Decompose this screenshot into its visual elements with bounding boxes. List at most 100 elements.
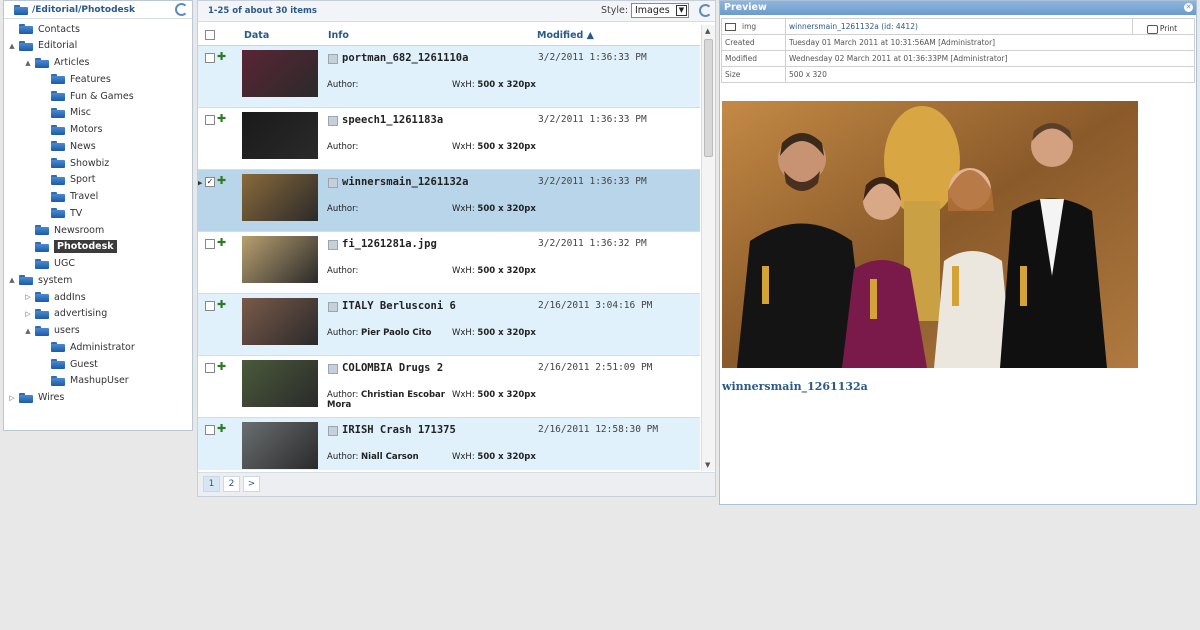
table-row[interactable]: ✚ fi_1261281a.jpg 3/2/2011 1:36:32 PM Autho… (198, 232, 700, 294)
row-dimensions: WxH: 500 x 320px (452, 142, 536, 152)
row-title[interactable]: winnersmain_1261132a (342, 176, 468, 188)
thumbnail-image[interactable] (242, 236, 318, 283)
thumbnail-image[interactable] (242, 298, 318, 345)
row-checkbox[interactable]: ✓ (205, 177, 215, 187)
expand-toggle-icon[interactable]: ▷ (8, 394, 16, 402)
tree-item[interactable]: Guest (40, 356, 98, 372)
refresh-icon[interactable] (175, 3, 188, 16)
tree-item-label: Photodesk (54, 240, 117, 254)
thumbnail-image[interactable] (242, 174, 318, 221)
expand-toggle-icon[interactable]: ▲ (8, 42, 16, 50)
row-title[interactable]: ITALY Berlusconi 6 (342, 300, 456, 312)
next-page-button[interactable]: > (243, 476, 260, 492)
row-title[interactable]: portman_682_1261110a (342, 52, 468, 64)
row-author: Author: (327, 204, 452, 214)
folder-tree-panel: /Editorial/Photodesk Contacts ▲ Editorial ▲… (3, 0, 193, 431)
tree-item[interactable]: ▲ Articles (24, 55, 89, 71)
column-header-data[interactable]: Data (244, 30, 269, 41)
row-checkbox[interactable] (205, 301, 215, 311)
tree-item[interactable]: Misc (40, 105, 91, 121)
grid-scrollbar[interactable]: ▲ ▼ (701, 25, 715, 471)
scroll-down-icon[interactable]: ▼ (705, 461, 710, 469)
row-title[interactable]: fi_1261281a.jpg (342, 238, 437, 250)
tree-item[interactable]: News (40, 138, 96, 154)
tree-item[interactable]: UGC (24, 256, 75, 272)
table-row[interactable]: ✚ COLOMBIA Drugs 2 2/16/2011 2:51:09 PM Aut… (198, 356, 700, 418)
thumbnail-image[interactable] (242, 360, 318, 407)
row-checkbox[interactable] (205, 115, 215, 125)
tree-item[interactable]: Features (40, 71, 111, 87)
add-to-basket-icon[interactable]: ✚ (217, 298, 226, 311)
tree-item[interactable]: Motors (40, 122, 102, 138)
item-count-label: 1-25 of about 30 items (208, 6, 317, 16)
tree-item[interactable]: ▲ Editorial (8, 38, 77, 54)
folder-icon (19, 392, 33, 403)
add-to-basket-icon[interactable]: ✚ (217, 236, 226, 249)
table-row[interactable]: ✚ speech1_1261183a 3/2/2011 1:36:33 PM Auth… (198, 108, 700, 170)
author-value: Niall Carson (361, 452, 419, 462)
expand-toggle-icon[interactable]: ▲ (24, 59, 32, 67)
tree-item[interactable]: Contacts (8, 21, 80, 37)
expand-toggle-icon[interactable]: ▷ (24, 310, 32, 318)
add-to-basket-icon[interactable]: ✚ (217, 360, 226, 373)
row-title[interactable]: IRISH Crash 171375 (342, 424, 456, 436)
row-checkbox[interactable] (205, 239, 215, 249)
add-to-basket-icon[interactable]: ✚ (217, 174, 226, 187)
preview-caption[interactable]: winnersmain_1261132a (722, 380, 868, 393)
author-label: Author: (327, 142, 359, 152)
add-to-basket-icon[interactable]: ✚ (217, 50, 226, 63)
tree-item[interactable]: ▷ Wires (8, 390, 64, 406)
page-button[interactable]: 2 (223, 476, 240, 492)
row-author: Author: Pier Paolo Cito (327, 328, 452, 338)
tree-item[interactable]: Sport (40, 172, 96, 188)
thumbnail-image[interactable] (242, 422, 318, 469)
preview-photo (722, 101, 1138, 368)
tree-item[interactable]: Travel (40, 189, 98, 205)
column-header-modified[interactable]: Modified ▲ (537, 30, 594, 41)
row-checkbox[interactable] (205, 425, 215, 435)
row-title[interactable]: speech1_1261183a (342, 114, 443, 126)
refresh-icon[interactable] (699, 4, 712, 17)
expand-toggle-icon[interactable]: ▲ (8, 276, 16, 284)
print-button[interactable]: Print (1132, 21, 1192, 37)
tree-path-label: /Editorial/Photodesk (32, 4, 135, 15)
tree-item[interactable]: ▷ advertising (24, 306, 107, 322)
tree-item[interactable]: Showbiz (40, 155, 109, 171)
folder-icon (35, 325, 49, 336)
tree-item[interactable]: Photodesk (24, 239, 117, 255)
thumbnail-image[interactable] (242, 50, 318, 97)
scrollbar-thumb[interactable] (704, 39, 713, 157)
row-checkbox[interactable] (205, 53, 215, 63)
tree-item[interactable]: Fun & Games (40, 88, 134, 104)
select-all-checkbox[interactable] (205, 30, 215, 40)
tree-item[interactable]: ▷ addIns (24, 289, 85, 305)
size-value: 500 x 320px (477, 204, 536, 214)
tree-item[interactable]: Administrator (40, 339, 135, 355)
row-title[interactable]: COLOMBIA Drugs 2 (342, 362, 443, 374)
page-button[interactable]: 1 (203, 476, 220, 492)
document-icon (328, 302, 338, 312)
close-icon[interactable]: ✕ (1184, 3, 1193, 12)
print-label: Print (1159, 24, 1178, 33)
style-select[interactable]: Images ▼ (631, 3, 689, 18)
scroll-up-icon[interactable]: ▲ (705, 27, 710, 35)
tree-item[interactable]: ▲ users (24, 323, 79, 339)
add-to-basket-icon[interactable]: ✚ (217, 422, 226, 435)
expand-toggle-icon[interactable]: ▷ (24, 293, 32, 301)
tree-item-label: Sport (70, 174, 96, 186)
table-row[interactable]: ✚ ITALY Berlusconi 6 2/16/2011 3:04:16 PM A… (198, 294, 700, 356)
tree-item[interactable]: ▲ system (8, 272, 72, 288)
column-header-info[interactable]: Info (328, 30, 349, 41)
tree-item-label: Administrator (70, 341, 135, 353)
tree-item[interactable]: MashupUser (40, 373, 129, 389)
asset-name-link[interactable]: winnersmain_1261132a (id: 4412) (789, 22, 918, 31)
tree-item[interactable]: Newsroom (24, 222, 104, 238)
tree-item[interactable]: TV (40, 205, 82, 221)
table-row[interactable]: ✚ IRISH Crash 171375 2/16/2011 12:58:30 PM… (198, 418, 700, 470)
table-row[interactable]: ✚ portman_682_1261110a 3/2/2011 1:36:33 PM… (198, 46, 700, 108)
expand-toggle-icon[interactable]: ▲ (24, 327, 32, 335)
thumbnail-image[interactable] (242, 112, 318, 159)
add-to-basket-icon[interactable]: ✚ (217, 112, 226, 125)
row-checkbox[interactable] (205, 363, 215, 373)
table-row[interactable]: ▶ ✓ ✚ winnersmain_1261132a 3/2/2011 1:36:33 … (198, 170, 700, 232)
